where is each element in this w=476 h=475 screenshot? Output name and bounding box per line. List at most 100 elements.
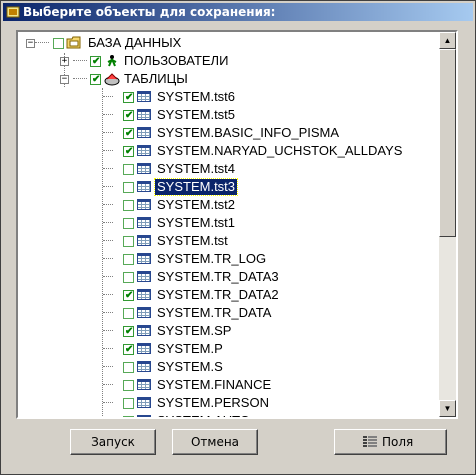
table-item-label: SYSTEM.tst1 <box>157 215 236 230</box>
table-icon <box>137 253 151 264</box>
table-item-checkbox[interactable]: ✔ <box>123 380 134 391</box>
table-icon <box>137 217 151 228</box>
table-item-checkbox[interactable]: ✔ <box>123 182 134 193</box>
tree-connector <box>73 78 87 79</box>
run-button[interactable]: Запуск <box>70 429 156 455</box>
tree-connector <box>103 258 113 259</box>
table-item[interactable]: ✔ SYSTEM.BASIC_INFO_PISMA <box>18 124 440 142</box>
cancel-button[interactable]: Отмена <box>172 429 258 455</box>
table-item[interactable]: ✔ SYSTEM.TR_DATA2 <box>18 286 440 304</box>
scroll-thumb[interactable] <box>439 49 456 237</box>
table-item-checkbox[interactable]: ✔ <box>123 326 134 337</box>
table-item-label: SYSTEM.tst3 <box>153 178 239 196</box>
table-item[interactable]: ✔ SYSTEM.tst1 <box>18 214 440 232</box>
table-item[interactable]: ✔ SYSTEM.tst3 <box>18 178 440 196</box>
tree-connector <box>103 330 113 331</box>
table-item[interactable]: ✔ SYSTEM.SP <box>18 322 440 340</box>
table-item[interactable]: ✔ SYSTEM.TR_LOG <box>18 250 440 268</box>
table-item-checkbox[interactable]: ✔ <box>123 200 134 211</box>
table-item-checkbox[interactable]: ✔ <box>123 110 134 121</box>
table-item-checkbox[interactable]: ✔ <box>123 362 134 373</box>
table-item-label: SYSTEM.TR_DATA3 <box>157 269 279 284</box>
table-item-label: SYSTEM.PERSON <box>157 395 269 410</box>
table-item-checkbox[interactable]: ✔ <box>123 416 134 417</box>
table-item-label: SYSTEM.SP <box>157 323 232 338</box>
table-icon <box>137 325 151 336</box>
table-item-label: SYSTEM.tst6 <box>157 89 236 104</box>
collapse-toggle[interactable]: − <box>26 39 35 48</box>
table-item[interactable]: ✔ SYSTEM.AUTO <box>18 412 440 417</box>
table-item[interactable]: ✔ SYSTEM.TR_DATA <box>18 304 440 322</box>
scroll-down-button[interactable]: ▼ <box>439 400 456 417</box>
table-item-checkbox[interactable]: ✔ <box>123 398 134 409</box>
table-item-label: SYSTEM.BASIC_INFO_PISMA <box>157 125 340 140</box>
table-icon <box>137 307 151 318</box>
tree-connector <box>103 204 113 205</box>
table-item-checkbox[interactable]: ✔ <box>123 290 134 301</box>
table-item-label: SYSTEM.tst4 <box>157 161 236 176</box>
fields-label: Поля <box>382 435 414 449</box>
table-item[interactable]: ✔ SYSTEM.tst2 <box>18 196 440 214</box>
table-item-label: SYSTEM.TR_DATA2 <box>157 287 279 302</box>
table-item[interactable]: ✔ SYSTEM.NARYAD_UCHSTOK_ALLDAYS <box>18 142 440 160</box>
table-item-label: SYSTEM.tst5 <box>157 107 236 122</box>
table-icon <box>137 145 151 156</box>
table-item-label: SYSTEM.AUTO <box>155 413 252 417</box>
expand-toggle[interactable]: + <box>60 57 69 66</box>
tree-connector <box>103 114 113 115</box>
tree-node-users[interactable]: + ✔ ПОЛЬЗОВАТЕЛИ <box>18 52 440 70</box>
table-icon <box>137 271 151 282</box>
table-item-checkbox[interactable]: ✔ <box>123 344 134 355</box>
tree-connector <box>103 240 113 241</box>
table-item[interactable]: ✔ SYSTEM.PERSON <box>18 394 440 412</box>
table-item-checkbox[interactable]: ✔ <box>123 236 134 247</box>
table-icon <box>137 181 151 192</box>
table-item-checkbox[interactable]: ✔ <box>123 92 134 103</box>
table-item[interactable]: ✔ SYSTEM.tst4 <box>18 160 440 178</box>
tree-node-label: ТАБЛИЦЫ <box>124 71 188 86</box>
table-item-label: SYSTEM.P <box>157 341 223 356</box>
table-item[interactable]: ✔ SYSTEM.P <box>18 340 440 358</box>
scroll-up-button[interactable]: ▲ <box>439 32 456 49</box>
table-item-label: SYSTEM.S <box>157 359 223 374</box>
tree-node-database[interactable]: − ✔ БАЗА ДАННЫХ <box>18 34 440 52</box>
database-icon <box>66 36 81 49</box>
table-icon <box>137 91 151 102</box>
tables-checkbox[interactable]: ✔ <box>90 74 101 85</box>
table-item-checkbox[interactable]: ✔ <box>123 218 134 229</box>
table-item[interactable]: ✔ SYSTEM.tst <box>18 232 440 250</box>
table-item-checkbox[interactable]: ✔ <box>123 254 134 265</box>
tree-node-label: БАЗА ДАННЫХ <box>88 35 182 50</box>
vertical-scrollbar[interactable]: ▲ ▼ <box>439 32 456 417</box>
fields-button[interactable]: Поля <box>334 429 447 455</box>
title-bar: Выберите объекты для сохранения: <box>3 3 473 21</box>
tree-connector <box>103 150 113 151</box>
table-item-checkbox[interactable]: ✔ <box>123 164 134 175</box>
table-item-label: SYSTEM.TR_LOG <box>157 251 267 266</box>
table-item-checkbox[interactable]: ✔ <box>123 128 134 139</box>
table-item[interactable]: ✔ SYSTEM.TR_DATA3 <box>18 268 440 286</box>
table-item-label: SYSTEM.FINANCE <box>157 377 272 392</box>
table-item-checkbox[interactable]: ✔ <box>123 146 134 157</box>
window-title: Выберите объекты для сохранения: <box>23 5 276 19</box>
tree-connector <box>103 132 113 133</box>
tree-node-tables[interactable]: − ✔ ТАБЛИЦЫ <box>18 70 440 88</box>
objects-tree[interactable]: − ✔ БАЗА ДАННЫХ + ✔ ПОЛЬЗОВАТЕЛИ <box>16 30 458 419</box>
table-item[interactable]: ✔ SYSTEM.tst6 <box>18 88 440 106</box>
user-icon <box>105 54 119 67</box>
table-item[interactable]: ✔ SYSTEM.FINANCE <box>18 376 440 394</box>
table-item-checkbox[interactable]: ✔ <box>123 272 134 283</box>
table-item-label: SYSTEM.tst <box>157 233 228 248</box>
tree-connector <box>103 186 113 187</box>
tree-connector <box>73 60 87 61</box>
root-checkbox[interactable]: ✔ <box>53 38 64 49</box>
table-item[interactable]: ✔ SYSTEM.S <box>18 358 440 376</box>
table-icon <box>137 235 151 246</box>
collapse-toggle[interactable]: − <box>60 75 69 84</box>
table-item-checkbox[interactable]: ✔ <box>123 308 134 319</box>
users-checkbox[interactable]: ✔ <box>90 56 101 67</box>
table-item-label: SYSTEM.TR_DATA <box>157 305 272 320</box>
table-icon <box>137 343 151 354</box>
app-icon <box>6 6 20 18</box>
table-item[interactable]: ✔ SYSTEM.tst5 <box>18 106 440 124</box>
